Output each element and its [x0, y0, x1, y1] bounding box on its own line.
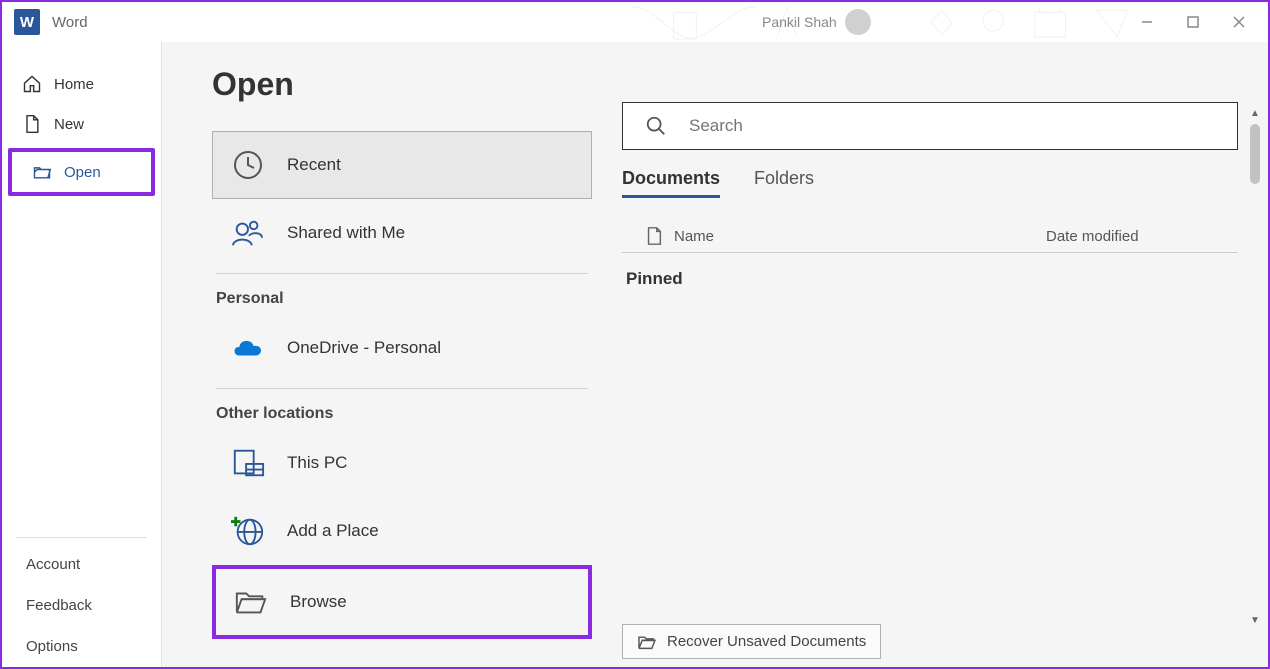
this-pc-icon: [231, 446, 265, 480]
section-personal: Personal: [212, 284, 592, 314]
user-account-label[interactable]: Pankil Shah: [762, 9, 871, 35]
location-shared[interactable]: Shared with Me: [212, 199, 592, 267]
scrollbar-thumb[interactable]: [1250, 124, 1260, 184]
folder-open-icon: [637, 634, 657, 650]
people-icon: [231, 216, 265, 250]
new-document-icon: [22, 114, 42, 134]
nav-feedback[interactable]: Feedback: [2, 585, 161, 626]
open-tabs: Documents Folders: [622, 168, 1238, 198]
user-avatar-icon: [845, 9, 871, 35]
location-browse[interactable]: Browse: [212, 565, 592, 639]
word-backstage-window: W Word Pankil Shah: [0, 0, 1270, 669]
nav-home-label: Home: [54, 76, 94, 93]
search-input[interactable]: [689, 116, 1215, 136]
open-locations-panel: Open Recent Shared with Me: [162, 42, 602, 667]
page-title: Open: [212, 66, 578, 103]
location-add-place[interactable]: Add a Place: [212, 497, 592, 565]
vertical-scrollbar[interactable]: ▲ ▼: [1248, 106, 1264, 627]
nav-account[interactable]: Account: [2, 544, 161, 585]
location-recent-label: Recent: [287, 155, 341, 175]
open-files-panel: Documents Folders Name Date modified Pin…: [602, 42, 1268, 667]
recover-unsaved-label: Recover Unsaved Documents: [667, 633, 866, 650]
scroll-up-arrow-icon[interactable]: ▲: [1248, 106, 1262, 120]
close-button[interactable]: [1216, 6, 1262, 38]
search-icon: [645, 115, 667, 137]
nav-home[interactable]: Home: [2, 64, 161, 104]
globe-plus-icon: [231, 514, 265, 548]
file-type-column-icon: [634, 226, 674, 246]
nav-new-label: New: [54, 116, 84, 133]
location-onedrive[interactable]: OneDrive - Personal: [212, 314, 592, 382]
open-folder-icon: [32, 162, 52, 182]
search-box[interactable]: [622, 102, 1238, 150]
onedrive-icon: [231, 331, 265, 365]
location-shared-label: Shared with Me: [287, 223, 405, 243]
tab-folders[interactable]: Folders: [754, 168, 814, 198]
title-bar: W Word Pankil Shah: [2, 2, 1268, 42]
location-add-place-label: Add a Place: [287, 521, 379, 541]
titlebar-decoration-art: [622, 2, 1138, 43]
nav-open-label: Open: [64, 164, 101, 181]
location-this-pc[interactable]: This PC: [212, 429, 592, 497]
user-name: Pankil Shah: [762, 14, 837, 30]
clock-icon: [231, 148, 265, 182]
nav-open[interactable]: Open: [8, 148, 155, 196]
nav-options[interactable]: Options: [2, 626, 161, 667]
left-navigation: Home New Open Account Feedback Options: [2, 42, 162, 667]
tab-documents[interactable]: Documents: [622, 168, 720, 198]
section-other: Other locations: [212, 399, 592, 429]
location-browse-label: Browse: [290, 592, 347, 612]
home-icon: [22, 74, 42, 94]
minimize-button[interactable]: [1124, 6, 1170, 38]
column-name[interactable]: Name: [674, 228, 1046, 245]
recover-unsaved-button[interactable]: Recover Unsaved Documents: [622, 624, 881, 659]
maximize-button[interactable]: [1170, 6, 1216, 38]
word-app-icon: W: [14, 9, 40, 35]
app-title: Word: [52, 14, 88, 31]
location-recent[interactable]: Recent: [212, 131, 592, 199]
scroll-down-arrow-icon[interactable]: ▼: [1248, 613, 1262, 627]
pinned-section-header: Pinned: [622, 253, 1238, 305]
browse-folder-icon: [234, 585, 268, 619]
location-this-pc-label: This PC: [287, 453, 347, 473]
nav-new[interactable]: New: [2, 104, 161, 144]
file-list-header: Name Date modified: [622, 220, 1238, 253]
location-onedrive-label: OneDrive - Personal: [287, 338, 441, 358]
column-date-modified[interactable]: Date modified: [1046, 228, 1226, 245]
